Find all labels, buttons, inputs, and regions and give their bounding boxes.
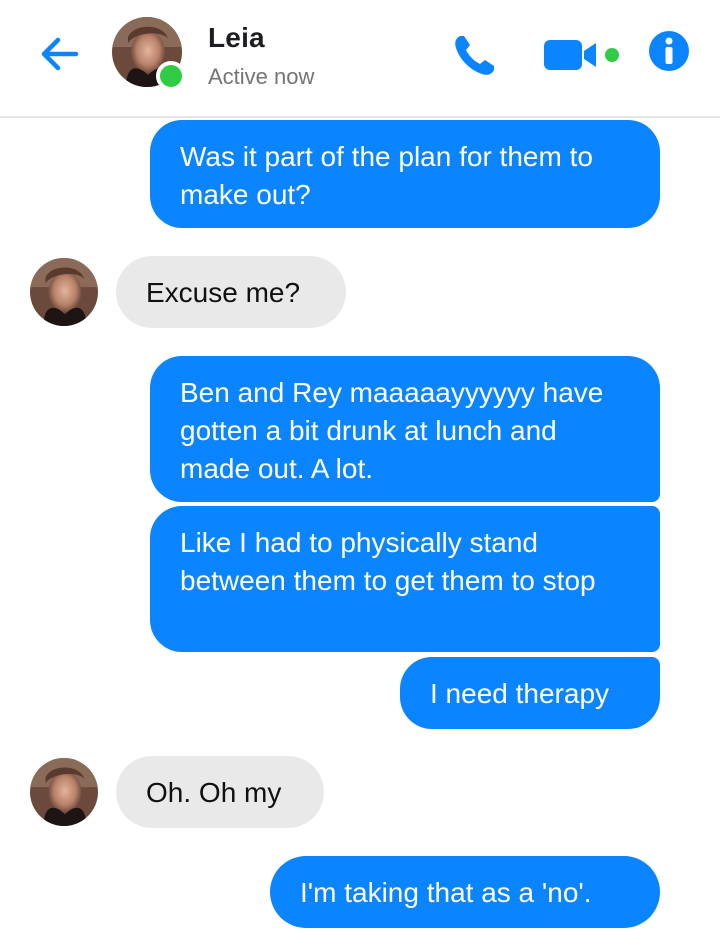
message-text: Like I had to physically stand between t… — [180, 527, 596, 596]
sender-avatar[interactable] — [30, 258, 98, 326]
message-text: Was it part of the plan for them to make… — [180, 141, 593, 210]
message-bubble-sent[interactable]: Like I had to physically stand between t… — [150, 506, 660, 652]
sender-avatar[interactable] — [30, 758, 98, 826]
voice-call-button[interactable] — [450, 30, 500, 80]
contact-name[interactable]: Leia — [208, 22, 265, 54]
message-text: Ben and Rey maaaaayyyyyy have gotten a b… — [180, 377, 604, 484]
back-arrow-icon — [41, 37, 79, 71]
video-call-button[interactable] — [544, 38, 626, 72]
phone-icon — [455, 36, 494, 75]
contact-avatar[interactable] — [112, 17, 186, 91]
message-bubble-sent[interactable]: I need therapy — [400, 657, 660, 729]
messenger-chat-screen: Leia Active now Was it part of the plan … — [0, 0, 720, 946]
online-status-dot — [156, 61, 186, 91]
back-button[interactable] — [36, 30, 84, 78]
message-text: I need therapy — [430, 678, 610, 709]
info-button[interactable] — [648, 30, 690, 72]
video-camera-icon — [544, 40, 619, 70]
message-bubble-sent[interactable]: Ben and Rey maaaaayyyyyy have gotten a b… — [150, 356, 660, 502]
contact-status: Active now — [208, 64, 315, 89]
message-bubble-received[interactable]: Excuse me? — [116, 256, 346, 328]
chat-header: Leia Active now — [0, 0, 720, 118]
message-bubble-sent[interactable]: I'm taking that as a 'no'. — [270, 856, 660, 928]
message-text: Oh. Oh my — [146, 777, 282, 808]
info-icon — [649, 31, 689, 71]
message-bubble-received[interactable]: Oh. Oh my — [116, 756, 324, 828]
message-text: Excuse me? — [146, 277, 301, 308]
message-text: I'm taking that as a 'no'. — [300, 877, 592, 908]
message-bubble-sent[interactable]: Was it part of the plan for them to make… — [150, 120, 660, 228]
